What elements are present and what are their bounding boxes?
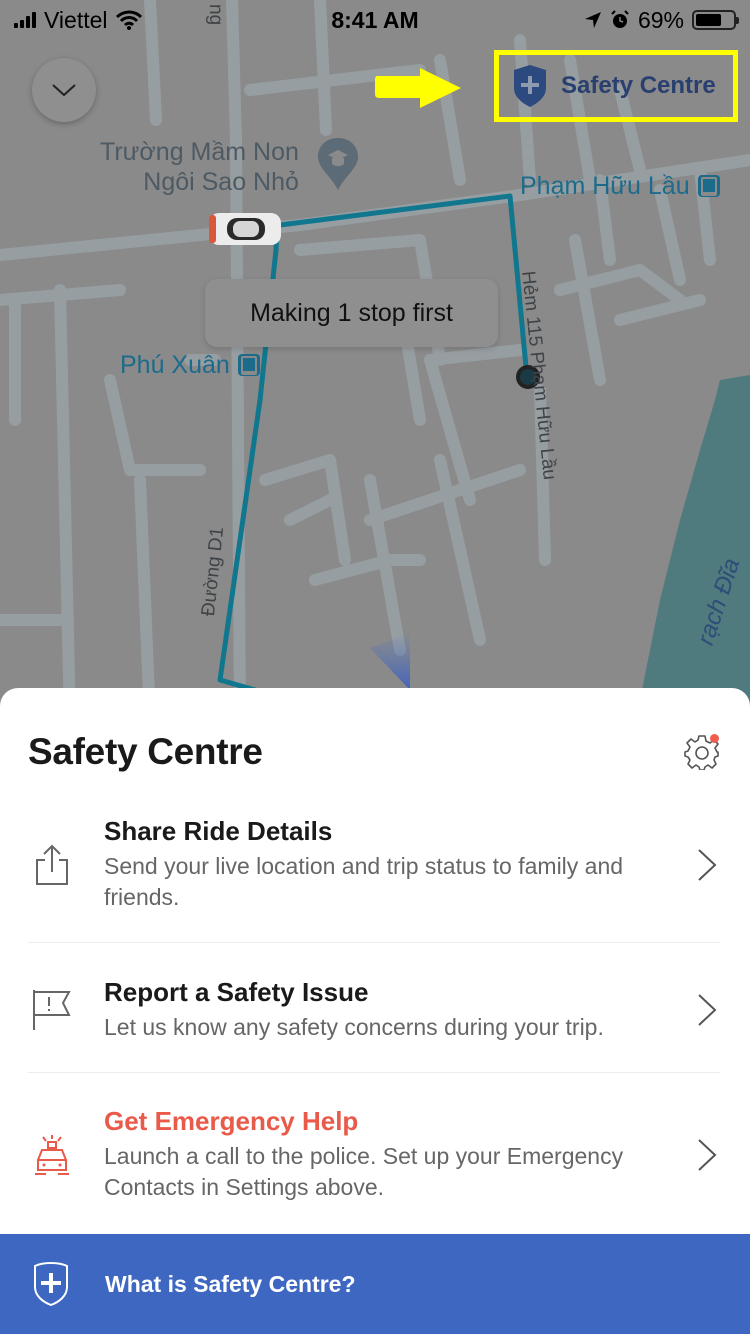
status-bar: Viettel 8:41 AM 69% bbox=[0, 0, 750, 40]
sheet-title: Safety Centre bbox=[28, 731, 263, 772]
option-title: Get Emergency Help bbox=[104, 1106, 359, 1136]
driver-car-icon bbox=[209, 213, 281, 245]
safety-centre-button-label: Safety Centre bbox=[561, 72, 716, 99]
shield-plus-icon bbox=[514, 65, 546, 107]
bus-stop-icon bbox=[237, 354, 260, 376]
option-description: Send your live location and trip status … bbox=[104, 853, 624, 910]
battery-icon bbox=[692, 10, 739, 30]
sheet-header: Safety Centre bbox=[28, 726, 722, 778]
carrier-name: Viettel bbox=[44, 6, 108, 33]
stop-tooltip: Making 1 stop first bbox=[205, 279, 498, 347]
location-arrow-icon bbox=[584, 12, 601, 28]
what-is-safety-centre-button[interactable]: What is Safety Centre? bbox=[0, 1234, 750, 1334]
wifi-icon bbox=[115, 10, 142, 30]
safety-centre-button[interactable]: Safety Centre bbox=[494, 50, 738, 122]
map-water bbox=[636, 375, 750, 720]
bus-stop-pham-huu-lau[interactable]: Phạm Hữu Lầu bbox=[520, 171, 720, 201]
chevron-right-icon bbox=[698, 994, 717, 1026]
bus-stop-label: Phạm Hữu Lầu bbox=[520, 172, 690, 200]
user-heading-cone bbox=[370, 632, 410, 690]
police-car-icon bbox=[35, 1134, 69, 1175]
alarm-icon bbox=[611, 10, 629, 28]
battery-percent: 69% bbox=[637, 6, 684, 33]
option-title: Share Ride Details bbox=[104, 816, 333, 846]
chevron-right-icon bbox=[698, 848, 717, 881]
share-icon bbox=[36, 844, 68, 885]
cell-signal-icon bbox=[14, 12, 36, 28]
bus-stop-label: Phú Xuân bbox=[120, 351, 230, 379]
option-description: Let us know any safety concerns during y… bbox=[104, 1014, 604, 1040]
poi-label-line1: Trường Mầm Non bbox=[100, 138, 299, 166]
option-title: Report a Safety Issue bbox=[104, 977, 369, 1007]
option-get-emergency-help[interactable]: Get Emergency Help Launch a call to the … bbox=[28, 1106, 722, 1203]
option-report-safety-issue[interactable]: Report a Safety Issue Let us know any sa… bbox=[28, 977, 722, 1043]
chevron-right-icon bbox=[698, 1138, 717, 1171]
poi-label[interactable]: Trường Mầm Non Ngôi Sao Nhỏ bbox=[100, 137, 299, 197]
shield-plus-icon bbox=[34, 1261, 68, 1307]
divider bbox=[28, 1072, 720, 1073]
poi-label-line2: Ngôi Sao Nhỏ bbox=[143, 168, 299, 196]
info-bar-label: What is Safety Centre? bbox=[105, 1270, 356, 1297]
flag-alert-icon bbox=[33, 990, 71, 1030]
settings-button[interactable] bbox=[682, 732, 722, 772]
bus-stop-icon bbox=[697, 175, 720, 197]
option-share-ride-details[interactable]: Share Ride Details Send your live locati… bbox=[28, 816, 722, 913]
settings-notification-dot bbox=[710, 734, 719, 743]
bus-stop-phu-xuan[interactable]: Phú Xuân bbox=[120, 350, 260, 380]
chevron-down-icon bbox=[52, 84, 76, 97]
battery-level bbox=[696, 14, 721, 26]
safety-centre-sheet: Safety Centre Share Ride Details Send yo… bbox=[0, 688, 750, 1334]
option-description: Launch a call to the police. Set up your… bbox=[104, 1143, 624, 1200]
divider bbox=[28, 942, 720, 943]
arrow-annotation-icon bbox=[375, 68, 461, 108]
collapse-button[interactable] bbox=[32, 58, 96, 122]
school-pin-icon bbox=[318, 138, 358, 190]
